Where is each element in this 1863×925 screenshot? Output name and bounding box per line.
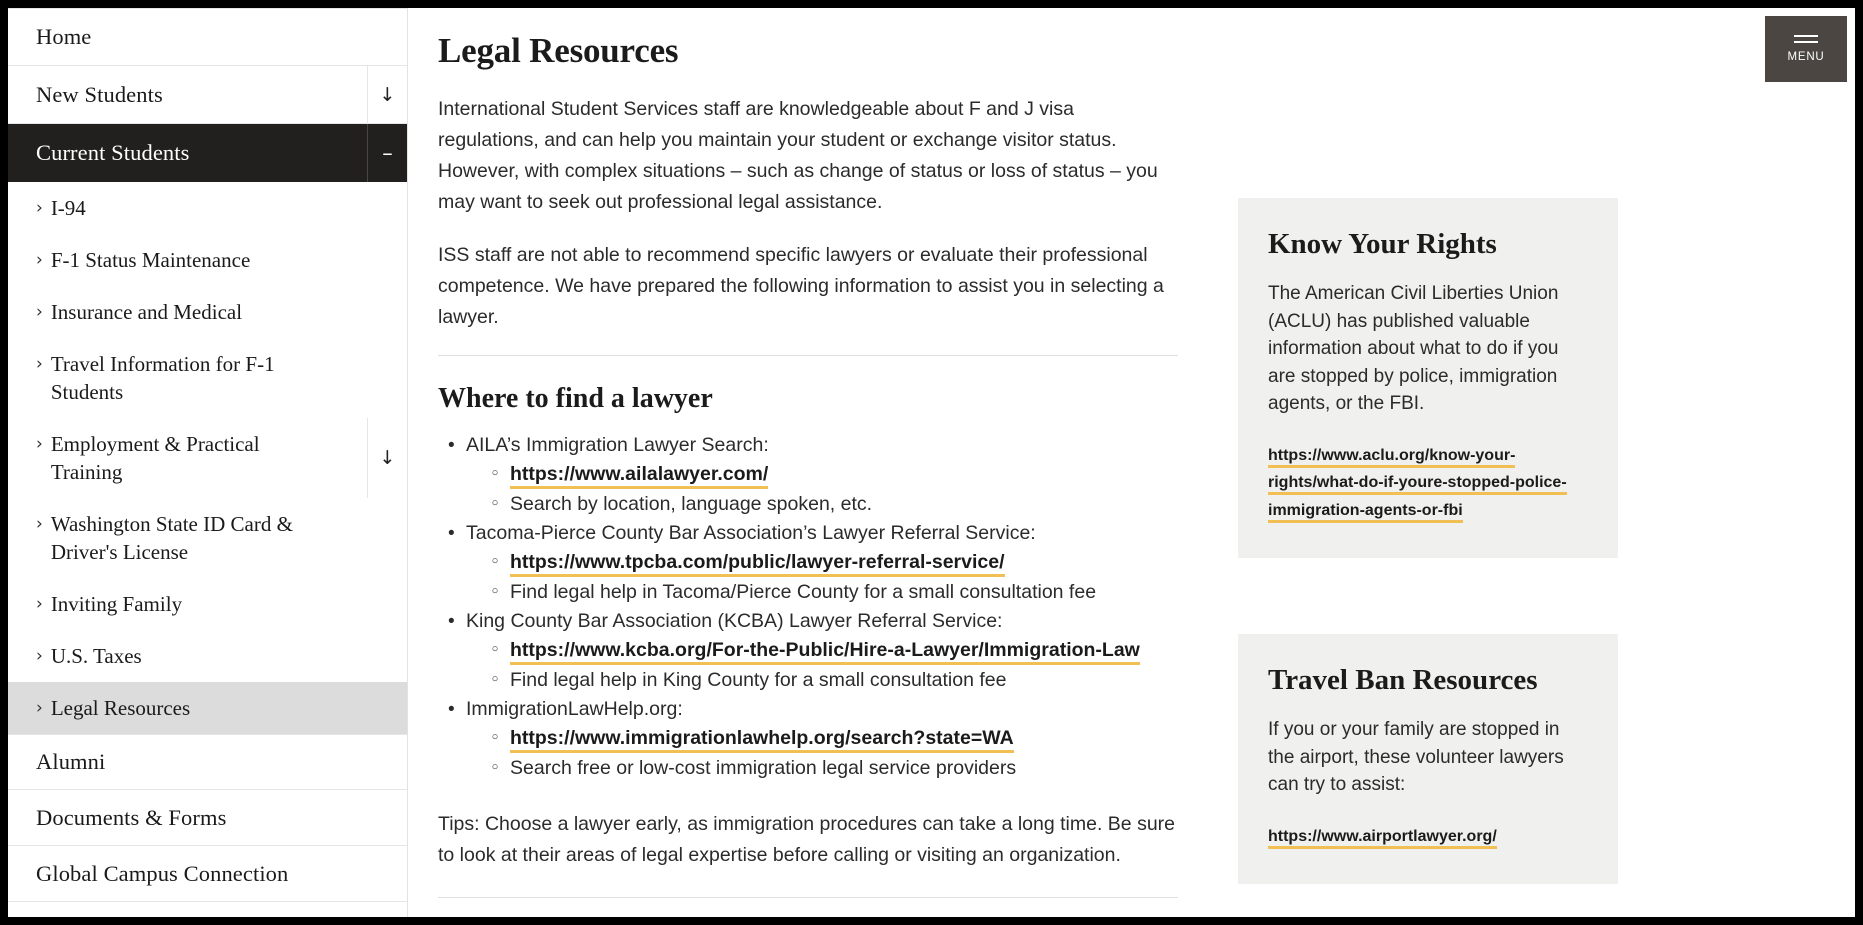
resource-sublist: https://www.tpcba.com/public/lawyer-refe… [466, 547, 1178, 607]
article-content: Legal Resources International Student Se… [408, 8, 1218, 917]
resource-link-kcba[interactable]: https://www.kcba.org/For-the-Public/Hire… [510, 639, 1140, 665]
sidebar-item-label: Home [36, 24, 92, 49]
resource-label: ImmigrationLawHelp.org: [466, 696, 1178, 723]
resource-note: Find legal help in King County for a sma… [488, 665, 1178, 695]
list-item: https://www.tpcba.com/public/lawyer-refe… [488, 547, 1178, 577]
list-item: AILA’s Immigration Lawyer Search: https:… [442, 432, 1178, 519]
sidebar-item-label: New Students [36, 81, 163, 107]
sidebar-item-home[interactable]: Home [8, 8, 407, 66]
list-item: https://www.ailalawyer.com/ [488, 459, 1178, 489]
chevron-right-icon: › [36, 594, 43, 614]
intro-paragraph-2: ISS staff are not able to recommend spec… [438, 244, 1164, 328]
sidebar-subitem-label: Employment & Practical Training [50, 432, 260, 484]
callout-link-airportlawyer[interactable]: https://www.airportlawyer.org/ [1268, 827, 1497, 849]
section-heading-where-to-find-a-lawyer: Where to find a lawyer [438, 383, 713, 414]
sidebar-subitem-inviting-family[interactable]: › Inviting Family [8, 578, 407, 630]
sidebar-top-group: Home New Students ↓ Current Students – [8, 8, 407, 182]
sidebar-bottom-group: Alumni Documents & Forms Global Campus C… [8, 734, 407, 902]
chevron-right-icon: › [36, 514, 43, 534]
resource-link-tpcba[interactable]: https://www.tpcba.com/public/lawyer-refe… [510, 551, 1005, 577]
resource-list: AILA’s Immigration Lawyer Search: https:… [442, 432, 1178, 783]
sidebar-subitem-label: Legal Resources [50, 696, 191, 720]
callout-title: Travel Ban Resources [1268, 664, 1538, 696]
chevron-right-icon: › [36, 302, 43, 322]
resource-note: Find legal help in Tacoma/Pierce County … [488, 577, 1178, 607]
primary-sidebar-nav: Home New Students ↓ Current Students – ›… [8, 8, 408, 917]
chevron-right-icon: › [36, 698, 43, 718]
main-region: Legal Resources International Student Se… [408, 8, 1855, 917]
menu-button[interactable]: MENU [1765, 16, 1847, 82]
resource-link-aila[interactable]: https://www.ailalawyer.com/ [510, 463, 769, 489]
sidebar-subitem-employment-practical-training[interactable]: › Employment & Practical Training ↓ [8, 418, 407, 498]
list-item: https://www.kcba.org/For-the-Public/Hire… [488, 635, 1178, 665]
sidebar-subitem-travel-information[interactable]: › Travel Information for F-1 Students [8, 338, 407, 418]
sidebar-subitem-label: F-1 Status Maintenance [50, 248, 251, 272]
intro-paragraph-1: International Student Services staff are… [438, 98, 1158, 213]
content-bottom-divider [438, 897, 1178, 898]
resource-note: Search free or low-cost immigration lega… [488, 753, 1178, 783]
screenshot-root: Home New Students ↓ Current Students – ›… [0, 0, 1863, 925]
resource-sublist: https://www.immigrationlawhelp.org/searc… [466, 723, 1178, 783]
sidebar-item-new-students[interactable]: New Students ↓ [8, 66, 407, 124]
right-rail: Know Your Rights The American Civil Libe… [1218, 8, 1638, 917]
page-title: Legal Resources [438, 31, 679, 70]
resource-label: AILA’s Immigration Lawyer Search: [466, 432, 1178, 459]
list-item: ImmigrationLawHelp.org: https://www.immi… [442, 696, 1178, 783]
tips-paragraph: Tips: Choose a lawyer early, as immigrat… [438, 813, 1176, 866]
sidebar-item-current-students[interactable]: Current Students – [8, 124, 407, 182]
sidebar-subitem-label: U.S. Taxes [50, 644, 142, 668]
hamburger-icon [1794, 35, 1818, 43]
sidebar-item-label: Current Students [36, 140, 190, 165]
resource-sublist: https://www.kcba.org/For-the-Public/Hire… [466, 635, 1178, 695]
sidebar-item-label: Alumni [36, 749, 106, 774]
list-item: Tacoma-Pierce County Bar Association’s L… [442, 520, 1178, 607]
callout-title: Know Your Rights [1268, 228, 1497, 260]
sidebar-subitem-label: Insurance and Medical [50, 300, 243, 324]
section-divider [438, 355, 1178, 356]
sidebar-subitem-insurance-and-medical[interactable]: › Insurance and Medical [8, 286, 407, 338]
sidebar-item-documents-forms[interactable]: Documents & Forms [8, 790, 407, 846]
chevron-right-icon: › [36, 250, 43, 270]
sidebar-subitem-label: I-94 [50, 196, 86, 220]
callout-link-aclu[interactable]: https://www.aclu.org/know-your-rights/wh… [1268, 446, 1567, 523]
arrow-down-icon[interactable]: ↓ [367, 66, 407, 123]
callout-body: The American Civil Liberties Union (ACLU… [1268, 283, 1559, 414]
chevron-right-icon: › [36, 198, 43, 218]
page-container: Home New Students ↓ Current Students – ›… [8, 8, 1855, 917]
sidebar-subitem-label: Washington State ID Card & Driver's Lice… [50, 512, 293, 564]
sidebar-item-global-campus-connection[interactable]: Global Campus Connection [8, 846, 407, 902]
chevron-right-icon: › [36, 434, 43, 454]
sidebar-item-alumni[interactable]: Alumni [8, 734, 407, 790]
callout-travel-ban-resources: Travel Ban Resources If you or your fami… [1238, 634, 1618, 884]
sidebar-subitem-legal-resources[interactable]: › Legal Resources [8, 682, 407, 734]
resource-link-immigrationlawhelp[interactable]: https://www.immigrationlawhelp.org/searc… [510, 727, 1014, 753]
sidebar-subitem-label: Travel Information for F-1 Students [50, 352, 275, 404]
resource-label: King County Bar Association (KCBA) Lawye… [466, 608, 1178, 635]
sidebar-item-label: Documents & Forms [36, 804, 227, 830]
arrow-down-icon[interactable]: ↓ [367, 418, 407, 498]
sidebar-item-label: Global Campus Connection [36, 860, 289, 886]
callout-body: If you or your family are stopped in the… [1268, 719, 1564, 795]
resource-label: Tacoma-Pierce County Bar Association’s L… [466, 520, 1178, 547]
sidebar-subitem-us-taxes[interactable]: › U.S. Taxes [8, 630, 407, 682]
sidebar-subitem-f1-status-maintenance[interactable]: › F-1 Status Maintenance [8, 234, 407, 286]
resource-note: Search by location, language spoken, etc… [488, 489, 1178, 519]
chevron-right-icon: › [36, 646, 43, 666]
collapse-minus-icon[interactable]: – [367, 124, 407, 182]
resource-sublist: https://www.ailalawyer.com/ Search by lo… [466, 459, 1178, 519]
sidebar-subitem-label: Inviting Family [50, 592, 183, 616]
sidebar-subitem-washington-state-id[interactable]: › Washington State ID Card & Driver's Li… [8, 498, 407, 578]
callout-know-your-rights: Know Your Rights The American Civil Libe… [1238, 198, 1618, 558]
list-item: https://www.immigrationlawhelp.org/searc… [488, 723, 1178, 753]
sidebar-subnav-current-students: › I-94 › F-1 Status Maintenance › Insura… [8, 182, 407, 734]
sidebar-subitem-i-94[interactable]: › I-94 [8, 182, 407, 234]
menu-button-label: MENU [1787, 51, 1825, 63]
list-item: King County Bar Association (KCBA) Lawye… [442, 608, 1178, 695]
chevron-right-icon: › [36, 354, 43, 374]
